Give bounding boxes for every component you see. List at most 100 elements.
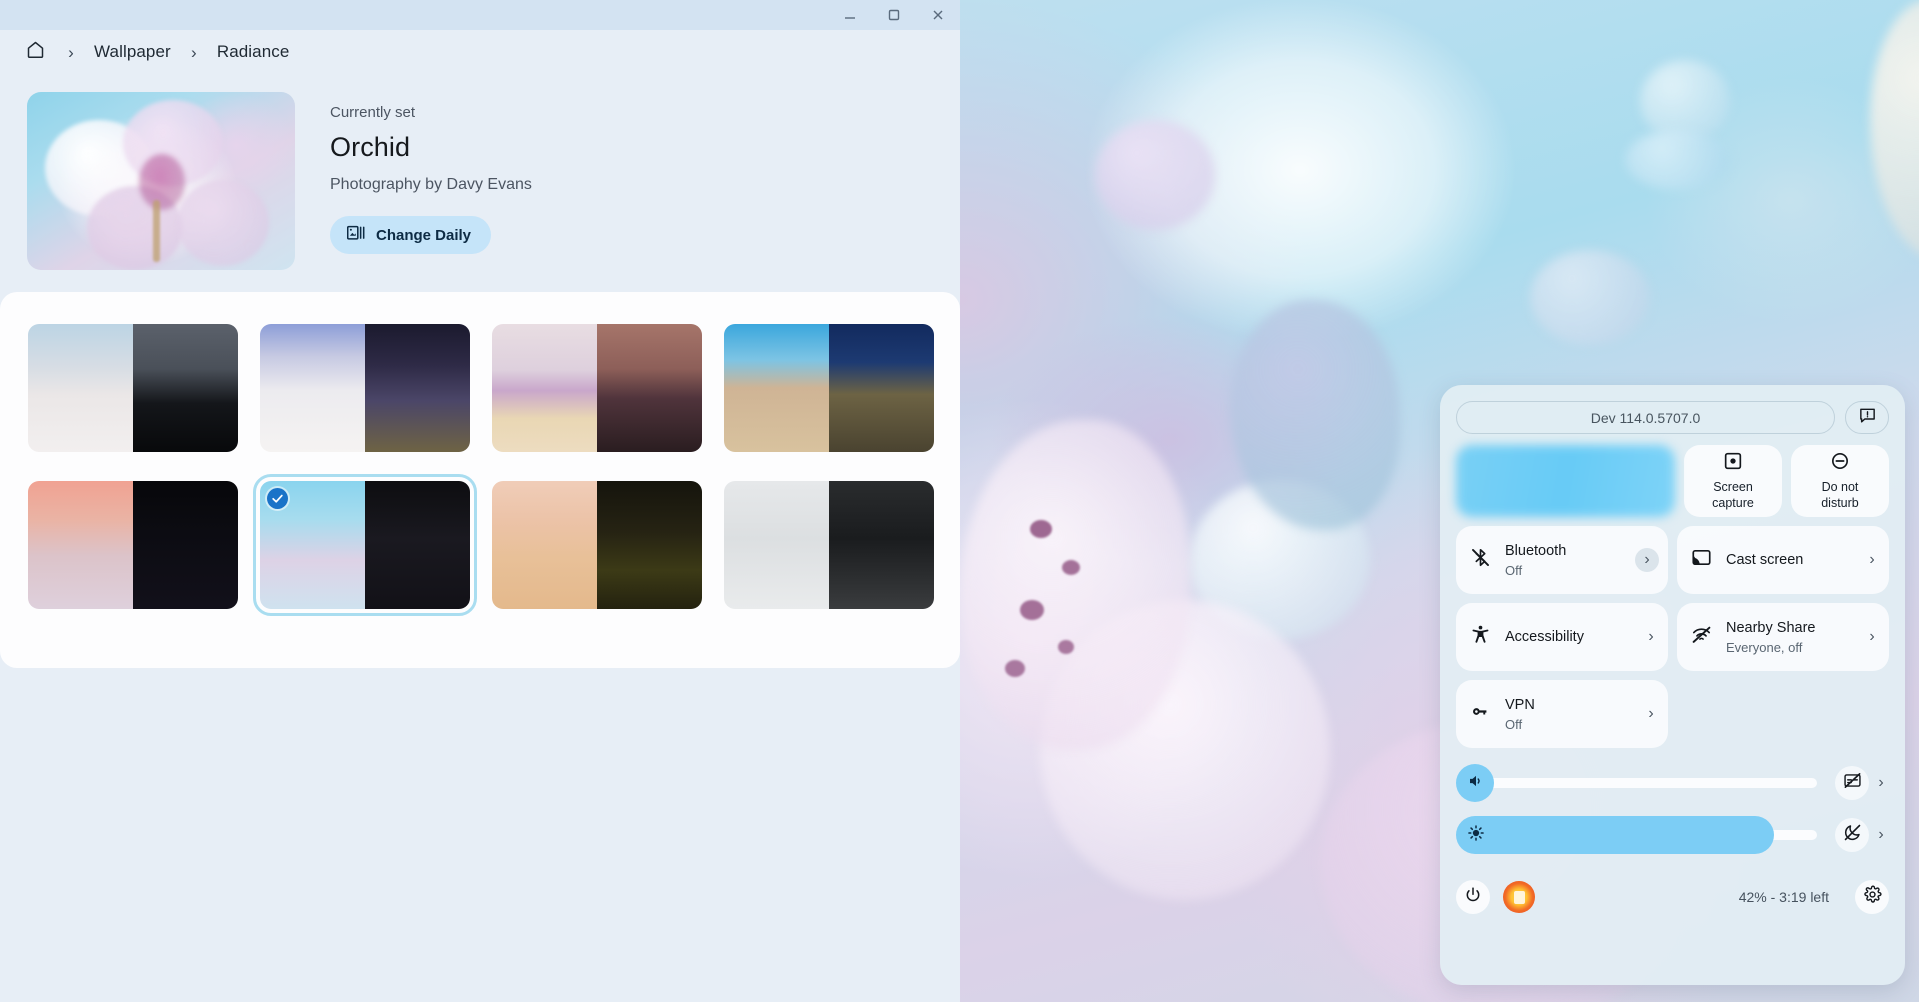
water-droplet: [1625, 130, 1730, 190]
cast-icon: [1691, 547, 1712, 573]
chevron-right-icon[interactable]: ›: [1864, 551, 1880, 569]
wallpaper-tile-preview: [260, 481, 470, 609]
screen-capture-tile[interactable]: Screen capture: [1684, 445, 1782, 517]
wallpaper-tile-desert-rock[interactable]: [724, 324, 934, 452]
quick-settings-tile-placeholder: [1677, 680, 1889, 748]
quick-settings-tile-bluetooth[interactable]: Bluetooth Off ›: [1456, 526, 1668, 594]
bluetooth-off-icon: [1470, 547, 1491, 573]
brightness-chevron-icon[interactable]: ›: [1873, 826, 1889, 844]
wallpaper-tile-dark-half: [597, 481, 702, 609]
wallpaper-tile-dark-half: [829, 481, 934, 609]
wallpaper-tile-orchid[interactable]: [253, 474, 477, 616]
wallpaper-tile-dark-half: [133, 324, 238, 452]
home-button[interactable]: [18, 35, 52, 69]
vpn-key-icon: [1470, 701, 1491, 727]
brightness-slider[interactable]: [1456, 816, 1817, 854]
wallpaper-tile-dark-half: [597, 324, 702, 452]
brightness-actions: ›: [1835, 818, 1889, 852]
breadcrumb-separator: ›: [190, 42, 197, 62]
current-wallpaper-info: Currently set Orchid Photography by Davy…: [330, 104, 532, 254]
quick-settings-tile-subtitle: Off: [1505, 562, 1523, 578]
chevron-right-icon[interactable]: ›: [1643, 705, 1659, 723]
captions-off-button[interactable]: [1835, 766, 1869, 800]
wallpaper-tile-dark-half: [133, 481, 238, 609]
wallpaper-tile-preview: [28, 324, 238, 452]
wallpaper-tile-light-half: [28, 324, 133, 452]
breadcrumb-item-wallpaper[interactable]: Wallpaper: [90, 39, 175, 65]
quick-settings-tile-subtitle: Off: [1505, 716, 1523, 732]
quick-settings-tile-nearby-share[interactable]: Nearby Share Everyone, off ›: [1677, 603, 1889, 671]
wallpaper-picker-window: › Wallpaper › Radiance Currently set Orc…: [0, 0, 960, 1002]
wallpaper-tile-snow-mountain[interactable]: [260, 324, 470, 452]
volume-slider[interactable]: [1456, 764, 1817, 802]
orchid-petal: [960, 420, 1190, 750]
quick-settings-tile-vpn[interactable]: VPN Off ›: [1456, 680, 1668, 748]
quick-settings-tile-accessibility[interactable]: Accessibility ›: [1456, 603, 1668, 671]
screen-capture-icon: [1723, 451, 1743, 476]
wallpaper-title: Orchid: [330, 132, 411, 162]
send-feedback-button[interactable]: [1845, 401, 1889, 434]
selected-check-icon: [267, 488, 288, 509]
quick-settings-top-row: Screen capture Do not disturb: [1456, 445, 1889, 517]
maximize-button[interactable]: [872, 0, 916, 30]
wallpaper-grid: [28, 324, 934, 616]
avatar-glyph: [1513, 890, 1525, 904]
channel-version-label: Dev 114.0.5707.0: [1590, 409, 1701, 426]
breadcrumb-item-radiance[interactable]: Radiance: [213, 39, 294, 65]
quick-settings-tile-text: Accessibility: [1505, 628, 1629, 646]
avatar[interactable]: [1503, 881, 1535, 913]
quick-settings-tile-subtitle: Everyone, off: [1726, 639, 1803, 655]
minimize-button[interactable]: [828, 0, 872, 30]
do-not-disturb-tile[interactable]: Do not disturb: [1791, 445, 1889, 517]
volume-chevron-icon[interactable]: ›: [1873, 774, 1889, 792]
night-light-off-button[interactable]: [1835, 818, 1869, 852]
quick-settings-tile-cast-screen[interactable]: Cast screen ›: [1677, 526, 1889, 594]
wallpaper-tile-blue-iris[interactable]: [28, 481, 238, 609]
feedback-icon: [1858, 406, 1877, 430]
orchid-petal: [177, 180, 269, 266]
change-daily-label: Change Daily: [376, 226, 472, 244]
captions-off-icon: [1843, 771, 1862, 795]
wallpaper-tile-dark-half: [829, 324, 934, 452]
breadcrumb: › Wallpaper › Radiance: [0, 32, 960, 72]
wallpaper-tile-light-half: [724, 324, 829, 452]
quick-settings-tile-title: Accessibility: [1505, 628, 1584, 645]
wallpaper-tile-light-half: [260, 324, 365, 452]
orchid-speckle: [1020, 600, 1044, 620]
volume-slider-row: ›: [1456, 764, 1889, 802]
quick-settings-tile-text: Cast screen: [1726, 551, 1850, 569]
channel-version-chip[interactable]: Dev 114.0.5707.0: [1456, 401, 1835, 434]
do-not-disturb-icon: [1830, 451, 1850, 476]
water-droplet: [1530, 250, 1650, 345]
quick-settings-tile-text: Bluetooth Off: [1505, 542, 1621, 577]
chevron-right-icon[interactable]: ›: [1864, 628, 1880, 646]
orchid-speckle: [1005, 660, 1025, 677]
quick-settings-header: Dev 114.0.5707.0: [1456, 401, 1889, 434]
quick-settings-tile-text: Nearby Share Everyone, off: [1726, 619, 1850, 654]
wallpaper-tile-preview: [724, 324, 934, 452]
accessibility-icon: [1470, 624, 1491, 650]
wallpaper-tile-light-half: [28, 481, 133, 609]
quick-settings-footer: 42% - 3:19 left: [1456, 880, 1889, 914]
wallpaper-tile-dune-sands[interactable]: [28, 324, 238, 452]
volume-actions: ›: [1835, 766, 1889, 800]
wallpaper-tile-preview: [492, 324, 702, 452]
volume-slider-fill: [1456, 764, 1494, 802]
close-button[interactable]: [916, 0, 960, 30]
brightness-slider-fill: [1456, 816, 1774, 854]
screen-capture-label: Screen capture: [1712, 480, 1754, 510]
wallpaper-tile-moon-field[interactable]: [492, 324, 702, 452]
change-daily-button[interactable]: Change Daily: [330, 216, 492, 254]
do-not-disturb-label: Do not disturb: [1821, 480, 1859, 510]
chevron-right-icon[interactable]: ›: [1643, 628, 1659, 646]
wallpaper-tile-white-blooms[interactable]: [724, 481, 934, 609]
settings-button[interactable]: [1855, 880, 1889, 914]
power-button[interactable]: [1456, 880, 1490, 914]
quick-settings-tile-chevron-icon[interactable]: ›: [1635, 548, 1659, 572]
wallpaper-tile-freesia[interactable]: [492, 481, 702, 609]
wallpaper-tile-light-half: [492, 481, 597, 609]
wallpaper-tile-preview: [492, 481, 702, 609]
orchid-center: [139, 154, 185, 210]
network-tile[interactable]: [1456, 445, 1675, 517]
wallpaper-author: Photography by Davy Evans: [330, 176, 532, 193]
